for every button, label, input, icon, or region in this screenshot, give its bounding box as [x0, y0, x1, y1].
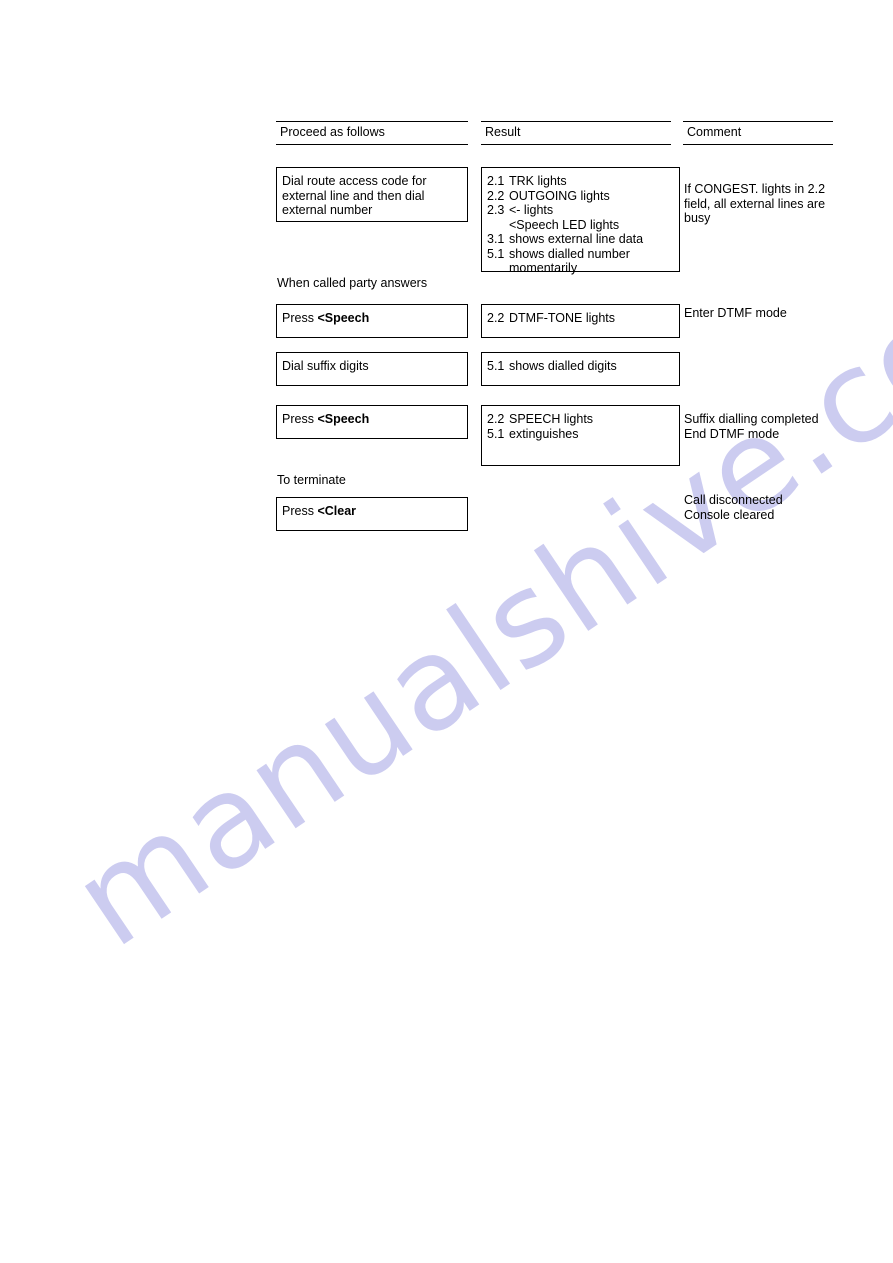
result-box-dtmf-tone: 2.2 DTMF-TONE lights — [481, 304, 680, 338]
column-header-comment: Comment — [683, 121, 833, 145]
result-line-number: 3.1 — [487, 232, 505, 246]
result-line: momentarily — [487, 261, 679, 276]
column-header-comment-label: Comment — [687, 125, 742, 139]
comment-call-disconnected: Call disconnected Console cleared — [684, 493, 842, 522]
action-line: Dial suffix digits — [282, 359, 369, 373]
result-line: 2.2 OUTGOING lights — [487, 189, 679, 204]
comment-line: Console cleared — [684, 507, 775, 522]
result-line: 5.1 shows dialled number — [487, 247, 679, 262]
action-text: Press — [282, 412, 314, 426]
result-line-number: 5.1 — [487, 426, 505, 441]
result-line: 2.2 SPEECH lights — [487, 412, 679, 427]
comment-suffix-dialling: Suffix dialling completed End DTMF mode — [684, 412, 842, 441]
result-line: 2.1 TRK lights — [487, 174, 679, 189]
result-line-text: shows dialled number — [509, 246, 630, 261]
comment-line: Suffix dialling completed — [684, 412, 819, 426]
action-box-press-speech-1: Press <Speech — [276, 304, 468, 338]
result-line-text: TRK lights — [509, 174, 567, 188]
caption-when-called-party-answers: When called party answers — [277, 276, 427, 291]
result-line-text: shows dialled digits — [509, 359, 617, 373]
result-line-text: shows external line data — [509, 232, 644, 246]
result-line-text: OUTGOING lights — [509, 188, 610, 203]
action-box-dial-route: Dial route access code for external line… — [276, 167, 468, 222]
action-text: Press — [282, 311, 314, 325]
comment-line: Enter DTMF mode — [684, 306, 787, 320]
result-line: 5.1 shows dialled digits — [487, 359, 679, 374]
column-header-result: Result — [481, 121, 671, 145]
result-line-number: 5.1 — [487, 246, 505, 261]
comment-line: field, all external lines are — [684, 196, 826, 211]
caption-text: When called party answers — [277, 276, 428, 290]
result-line-text: SPEECH lights — [509, 412, 594, 426]
comment-line: If CONGEST. lights in 2.2 — [684, 182, 826, 196]
action-line: Press <Speech — [282, 311, 467, 326]
action-line: external number — [282, 203, 373, 217]
document-page: manualshive.com Proceed as follows Resul… — [0, 0, 893, 1263]
result-line-number: 2.2 — [487, 188, 505, 203]
result-line-number: 2.2 — [487, 311, 505, 325]
result-line-text: extinguishes — [509, 426, 579, 441]
comment-congest: If CONGEST. lights in 2.2 field, all ext… — [684, 182, 842, 226]
action-key: <Speech — [317, 311, 370, 325]
action-line: Press <Speech — [282, 412, 467, 427]
caption-text: To terminate — [277, 473, 346, 487]
result-line-number: 2.2 — [487, 412, 505, 426]
action-line: external line and then dial — [282, 188, 425, 203]
action-box-press-speech-2: Press <Speech — [276, 405, 468, 439]
action-line: Press <Clear — [282, 504, 467, 519]
result-line: 3.1 shows external line data — [487, 232, 679, 247]
result-line: 2.2 DTMF-TONE lights — [487, 311, 679, 326]
caption-to-terminate: To terminate — [277, 473, 346, 488]
result-line-number: 2.1 — [487, 174, 505, 188]
result-line-number: 2.3 — [487, 203, 505, 217]
result-line-number: 5.1 — [487, 359, 505, 373]
comment-line: End DTMF mode — [684, 426, 780, 441]
result-line: <Speech LED lights — [487, 218, 679, 233]
comment-line: Call disconnected — [684, 493, 783, 507]
result-line-text: <Speech LED lights — [509, 217, 620, 232]
action-box-press-clear: Press <Clear — [276, 497, 468, 531]
column-header-proceed-label: Proceed as follows — [280, 125, 385, 139]
result-line: 2.3 <- lights — [487, 203, 679, 218]
comment-enter-dtmf: Enter DTMF mode — [684, 306, 842, 321]
result-box-speech-lights: 2.2 SPEECH lights 5.1 extinguishes — [481, 405, 680, 466]
column-header-result-label: Result — [485, 125, 521, 139]
procedure-table: Proceed as follows Result Comment Dial r… — [0, 0, 893, 1263]
result-line-text: <- lights — [509, 203, 554, 217]
action-box-dial-suffix: Dial suffix digits — [276, 352, 468, 386]
action-line: Dial route access code for — [282, 174, 427, 188]
action-key: <Clear — [317, 504, 357, 518]
result-box-dial-route: 2.1 TRK lights 2.2 OUTGOING lights 2.3 <- l… — [481, 167, 680, 275]
comment-line: busy — [684, 211, 711, 225]
result-line: 5.1 extinguishes — [487, 427, 679, 442]
result-line-text: momentarily — [509, 261, 578, 275]
action-key: <Speech — [317, 412, 370, 426]
result-box-dialled-digits: 5.1 shows dialled digits — [481, 352, 680, 386]
result-line-text: DTMF-TONE lights — [509, 311, 616, 325]
column-header-proceed: Proceed as follows — [276, 121, 468, 145]
action-text: Press — [282, 504, 314, 518]
